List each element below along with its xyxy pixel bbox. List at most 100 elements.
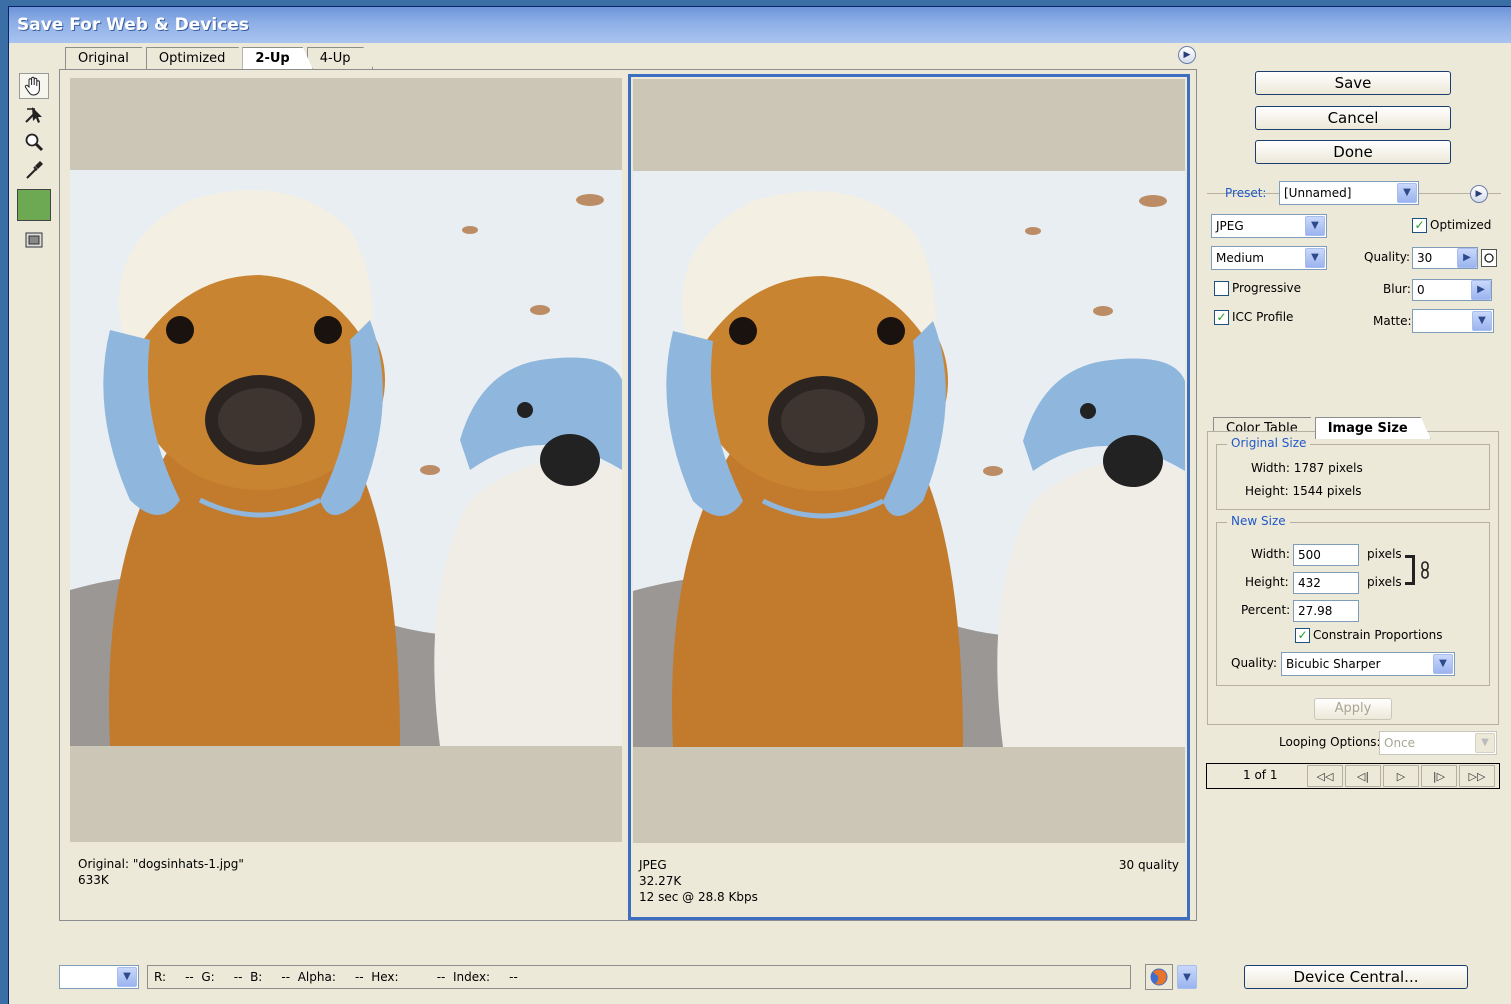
new-size-group: New Size Width: 500 pixels Height: 432 p… (1216, 514, 1490, 686)
tab-image-size[interactable]: Image Size (1315, 417, 1431, 439)
quality-mask-button[interactable] (1481, 249, 1497, 267)
quality-level-value: Medium (1216, 251, 1264, 265)
quality-level-select[interactable]: Medium ▼ (1211, 246, 1327, 270)
looping-options-label: Looping Options: (1279, 735, 1381, 749)
color-info-statusbar: R: -- G: -- B: -- Alpha: -- Hex: -- Inde… (147, 965, 1131, 989)
chevron-right-icon[interactable]: ▶ (1471, 280, 1491, 300)
tool-strip (17, 71, 51, 255)
new-width-input[interactable]: 500 (1293, 544, 1359, 566)
apply-button[interactable]: Apply (1314, 698, 1392, 720)
tab-4-up[interactable]: 4-Up (307, 47, 374, 69)
eyedropper-tool-icon[interactable] (19, 157, 49, 183)
percent-input[interactable]: 27.98 (1293, 600, 1359, 622)
constrain-link-bracket (1405, 555, 1415, 585)
save-for-web-dialog: Save For Web & Devices Original Optimize… (8, 6, 1511, 1004)
previous-frame-icon: ◁| (1356, 769, 1370, 783)
progressive-checkbox[interactable] (1214, 281, 1229, 296)
chain-link-icon (1421, 561, 1429, 579)
original-canvas[interactable] (70, 78, 622, 842)
matte-select[interactable]: ▼ (1412, 309, 1494, 333)
quality-label: Quality: (1364, 250, 1411, 264)
chevron-down-icon: ▼ (1433, 654, 1453, 674)
original-width: Width: 1787 pixels (1251, 461, 1363, 475)
preview-in-browser-button[interactable] (1145, 964, 1173, 990)
looping-options-select[interactable]: Once ▼ (1379, 731, 1497, 755)
save-button[interactable]: Save (1255, 71, 1451, 95)
zoom-level-select[interactable]: ▼ (59, 965, 139, 989)
optimized-filesize: 32.27K (639, 874, 682, 888)
width-unit-label: pixels (1367, 547, 1402, 561)
last-frame-button[interactable]: ▷▷ (1459, 765, 1495, 787)
cancel-button[interactable]: Cancel (1255, 106, 1451, 130)
preset-label: Preset: (1225, 186, 1267, 200)
tab-original[interactable]: Original (65, 47, 152, 69)
toggle-slices-visibility-icon[interactable] (19, 227, 49, 253)
done-button[interactable]: Done (1255, 140, 1451, 164)
device-central-button[interactable]: Device Central... (1244, 965, 1468, 989)
original-info: Original: "dogsinhats-1.jpg" 633K (70, 850, 622, 914)
mask-icon (1484, 253, 1494, 263)
icc-profile-checkbox[interactable]: ✓ (1214, 310, 1229, 325)
eyedropper-color-swatch[interactable] (17, 189, 51, 221)
optimized-image (633, 171, 1185, 747)
next-frame-button[interactable]: |▷ (1421, 765, 1457, 787)
preview-menu-button[interactable]: ▶ (1178, 46, 1196, 64)
first-frame-icon: ◁◁ (1316, 769, 1334, 783)
new-size-title: New Size (1227, 514, 1290, 528)
chevron-down-icon: ▼ (1183, 971, 1191, 983)
next-frame-icon: |▷ (1432, 769, 1446, 783)
tab-optimized[interactable]: Optimized (146, 47, 249, 69)
last-frame-icon: ▷▷ (1468, 769, 1486, 783)
original-size-title: Original Size (1227, 436, 1311, 450)
browser-select-button[interactable]: ▼ (1177, 965, 1197, 989)
original-height: Height: 1544 pixels (1245, 484, 1362, 498)
resample-quality-label: Quality: (1231, 656, 1278, 670)
optimized-format: JPEG (639, 858, 667, 872)
resample-quality-value: Bicubic Sharper (1286, 657, 1381, 671)
hand-tool-icon[interactable] (19, 73, 49, 99)
new-height-label: Height: (1245, 575, 1289, 589)
zoom-tool-icon[interactable] (19, 129, 49, 155)
percent-label: Percent: (1241, 603, 1291, 617)
original-pane[interactable]: Original: "dogsinhats-1.jpg" 633K (70, 78, 622, 918)
matte-label: Matte: (1373, 314, 1412, 328)
chevron-down-icon: ▼ (1305, 248, 1325, 268)
new-width-label: Width: (1251, 547, 1290, 561)
preset-select[interactable]: [Unnamed] ▼ (1279, 181, 1419, 205)
previous-frame-button[interactable]: ◁| (1345, 765, 1381, 787)
optimize-menu-button[interactable]: ▶ (1470, 185, 1488, 203)
format-select[interactable]: JPEG ▼ (1211, 214, 1327, 238)
constrain-proportions-label: Constrain Proportions (1313, 628, 1443, 642)
first-frame-button[interactable]: ◁◁ (1307, 765, 1343, 787)
chevron-down-icon: ▼ (1475, 733, 1495, 753)
resample-quality-select[interactable]: Bicubic Sharper ▼ (1281, 652, 1455, 676)
chevron-down-icon: ▼ (1305, 216, 1325, 236)
optimized-label: Optimized (1430, 218, 1492, 232)
blur-input[interactable]: 0 ▶ (1412, 279, 1492, 301)
view-tabs: Original Optimized 2-Up 4-Up (65, 47, 367, 69)
icc-profile-label: ICC Profile (1232, 310, 1294, 324)
frame-counter: 1 of 1 (1243, 768, 1278, 782)
blur-label: Blur: (1383, 282, 1411, 296)
preset-value: [Unnamed] (1284, 186, 1352, 200)
format-value: JPEG (1216, 219, 1244, 233)
play-icon: ▷ (1396, 769, 1406, 783)
constrain-proportions-checkbox[interactable]: ✓ (1295, 628, 1310, 643)
original-image (70, 170, 622, 746)
optimized-canvas[interactable] (633, 79, 1185, 843)
chevron-down-icon: ▼ (1472, 311, 1492, 331)
chevron-right-icon[interactable]: ▶ (1457, 248, 1477, 268)
new-height-input[interactable]: 432 (1293, 572, 1359, 594)
play-button[interactable]: ▷ (1383, 765, 1419, 787)
chevron-down-icon: ▼ (1397, 183, 1417, 203)
slice-select-tool-icon[interactable] (19, 101, 49, 127)
optimized-quality: 30 quality (1118, 858, 1179, 872)
optimized-checkbox[interactable]: ✓ (1412, 218, 1427, 233)
tab-2-up[interactable]: 2-Up (242, 47, 312, 69)
chevron-down-icon: ▼ (117, 967, 137, 987)
quality-value: 30 (1417, 251, 1433, 265)
optimized-download-time: 12 sec @ 28.8 Kbps (639, 890, 758, 904)
quality-input[interactable]: 30 ▶ (1412, 247, 1478, 269)
height-unit-label: pixels (1367, 575, 1402, 589)
optimized-pane[interactable]: 30 quality JPEG 32.27K 12 sec @ 28.8 Kbp… (628, 74, 1190, 920)
